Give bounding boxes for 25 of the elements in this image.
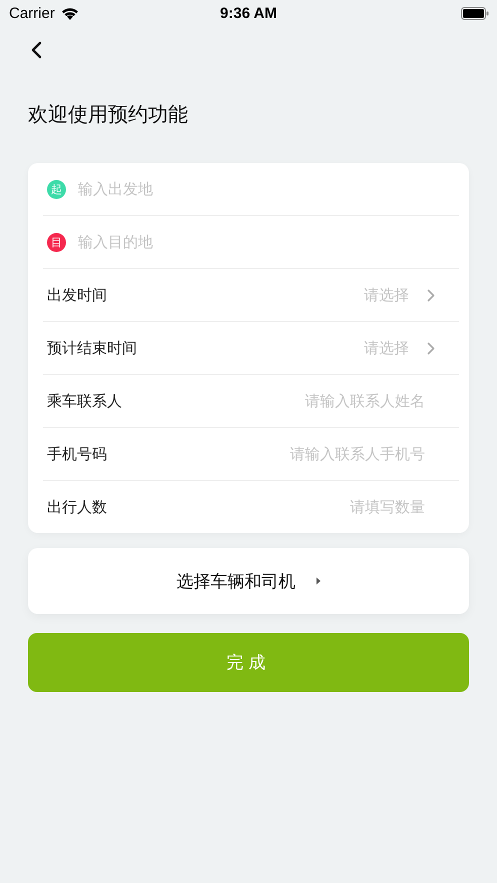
picker-value[interactable]: 请选择 bbox=[364, 338, 409, 358]
location-field[interactable]: 输入出发地 bbox=[78, 177, 459, 201]
field-label: 手机号码 bbox=[47, 444, 107, 464]
submit-button[interactable]: 完成 bbox=[28, 633, 469, 692]
input-field[interactable]: 请输入联系人姓名 bbox=[122, 389, 425, 413]
clock: 9:36 AM bbox=[219, 4, 278, 22]
carrier-label: Carrier bbox=[9, 4, 55, 22]
location-field[interactable]: 输入目的地 bbox=[78, 230, 459, 254]
battery-icon bbox=[461, 6, 489, 20]
chevron-icon[interactable] bbox=[427, 342, 435, 354]
location-badge: 目 bbox=[47, 232, 66, 252]
field-label: 预计结束时间 bbox=[47, 338, 137, 358]
picker-value[interactable]: 请选择 bbox=[364, 286, 409, 304]
field-label: 乘车联系人 bbox=[47, 392, 122, 410]
page-title: 欢迎使用预约功能 bbox=[27, 101, 189, 128]
field-label: 出发时间 bbox=[47, 286, 107, 304]
field-label: 出行人数 bbox=[47, 498, 107, 516]
input-field[interactable]: 请输入联系人手机号 bbox=[107, 442, 425, 466]
wifi-icon bbox=[60, 6, 79, 20]
caret-icon bbox=[316, 577, 320, 585]
input-field[interactable]: 请填写数量 bbox=[107, 495, 425, 519]
select-vehicle-button[interactable]: 选择车辆和司机 bbox=[28, 548, 469, 614]
location-badge: 起 bbox=[47, 180, 66, 198]
back-icon[interactable] bbox=[30, 41, 42, 59]
chevron-icon[interactable] bbox=[427, 288, 435, 302]
